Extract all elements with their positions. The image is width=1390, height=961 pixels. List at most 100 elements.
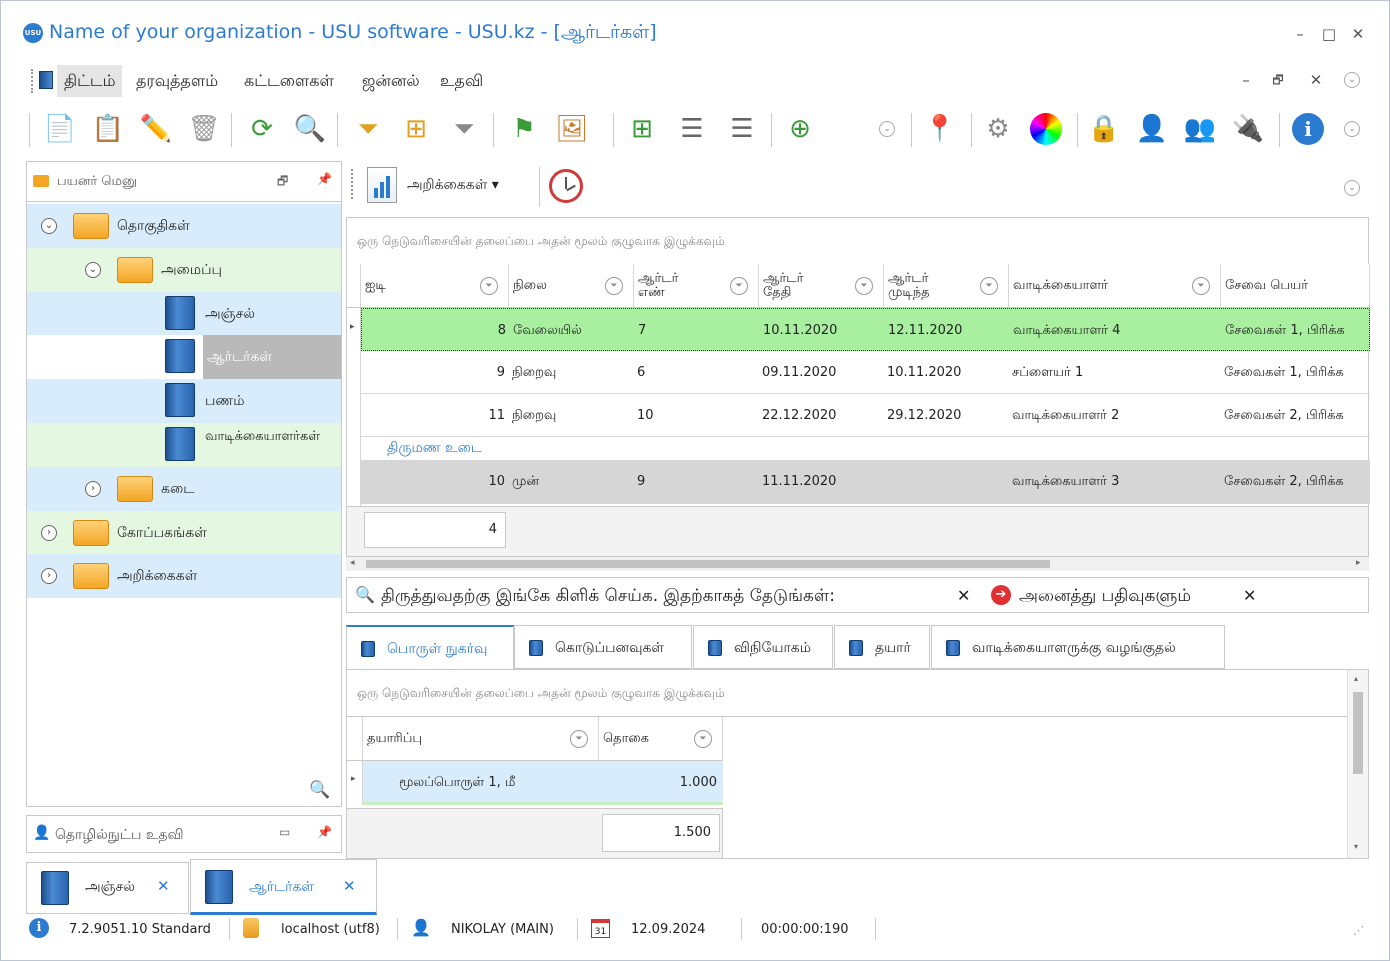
tab-delivery[interactable]: விநியோகம் <box>693 625 833 669</box>
users-icon[interactable]: 👥 <box>1181 109 1219 149</box>
window-title: Name of your organization - USU software… <box>49 21 657 43</box>
tree-item-reports[interactable]: › அறிக்கைகள் <box>27 554 341 598</box>
filter-cell-icon[interactable]: ⊞ <box>397 109 435 149</box>
report-sheet-icon[interactable] <box>367 167 397 203</box>
table-row[interactable]: மூலப்பொருள் 1, மீ 1.000 <box>363 761 723 805</box>
gear-icon[interactable]: ⚙ <box>979 109 1017 149</box>
version-label: 7.2.9051.10 Standard <box>69 922 211 937</box>
add-column-icon[interactable]: ⊞ <box>623 109 661 149</box>
color-wheel-icon[interactable] <box>1027 109 1065 149</box>
search-icon[interactable]: 🔍 <box>291 109 329 149</box>
sidebar-pin-icon[interactable]: 📌 <box>317 172 332 186</box>
col-client[interactable]: வாடிக்கையாளர் ⏷ <box>1009 264 1221 308</box>
vertical-scrollbar[interactable]: ▴ ▾ <box>1347 670 1368 858</box>
col-id[interactable]: ஐடி ⏷ <box>361 264 509 308</box>
reports-dropdown[interactable]: அறிக்கைகள் ▾ <box>407 177 499 195</box>
row-count: 4 <box>364 512 506 548</box>
doc-tab-orders[interactable]: ஆர்டர்கள் ✕ <box>190 859 377 915</box>
table-row[interactable]: 10 முன் 9 11.11.2020 வாடிக்கையாளர் 3 சேவ… <box>361 460 1370 504</box>
filter-icon: ⏷ <box>980 277 998 295</box>
close-tab-icon[interactable]: ✕ <box>343 877 356 895</box>
database-icon <box>243 918 259 938</box>
tree-item-system[interactable]: ⌄ அமைப்பு <box>27 248 341 292</box>
tab-payments[interactable]: கொடுப்பனவுகள் <box>514 625 692 669</box>
info-icon[interactable]: i <box>1289 109 1327 149</box>
module-book-icon <box>39 71 53 89</box>
col-order-number[interactable]: ஆர்டர் எண் ⏷ <box>634 264 759 308</box>
refresh-icon[interactable]: ⟳ <box>243 109 281 149</box>
edit-record-icon[interactable]: ✏️ <box>137 109 175 149</box>
book-icon <box>165 296 195 330</box>
close-tab-icon[interactable]: ✕ <box>157 877 170 895</box>
location-pin-icon[interactable]: 📍 <box>921 109 959 149</box>
filter-icon[interactable]: ⏷ <box>349 109 387 149</box>
copy-record-icon[interactable]: 📋 <box>89 109 127 149</box>
horizontal-scrollbar[interactable]: ◂ ▸ <box>346 557 1369 571</box>
plugin-icon[interactable]: 🔌 <box>1229 109 1267 149</box>
add-row-icon[interactable]: ⊕ <box>781 109 819 149</box>
info-icon: i <box>29 918 49 938</box>
panel-minimize-icon[interactable]: ▭ <box>279 825 290 839</box>
filter-icon: ⏷ <box>730 277 748 295</box>
tree-item-shop[interactable]: › கடை <box>27 467 341 511</box>
tech-help-panel[interactable]: 👤 தொழில்நுட்ப உதவி ▭ 📌 <box>26 815 342 853</box>
material-grid: ஒரு நெடுவரிசையின் தலைப்பை அதன் மூலம் குழ… <box>346 669 1369 859</box>
toolbar-collapse-icon[interactable]: ⌄ <box>879 121 895 137</box>
maximize-button[interactable]: □ <box>1318 23 1340 45</box>
menu-collapse-icon[interactable]: ⌄ <box>1344 72 1360 88</box>
search-bar[interactable]: 🔍 திருத்துவதற்கு இங்கே கிளிக் செய்க. இதற… <box>346 577 1369 613</box>
col-service[interactable]: சேவை பெயர் <box>1221 264 1370 308</box>
toolbar-end-collapse-icon[interactable]: ⌄ <box>1344 121 1360 137</box>
user-icon[interactable]: 👤 <box>1133 109 1171 149</box>
image-icon[interactable]: 🖼 <box>553 109 591 149</box>
panel-pin-icon[interactable]: 📌 <box>317 825 332 839</box>
orders-grid: ஒரு நெடுவரிசையின் தலைப்பை அதன் மூலம் குழ… <box>346 217 1370 557</box>
tree-collapse-icon[interactable]: ☰ <box>723 109 761 149</box>
app-window: USU Name of your organization - USU soft… <box>0 0 1390 961</box>
table-row[interactable]: 8 வேலையில் 7 10.11.2020 12.11.2020 வாடிக… <box>361 308 1370 351</box>
sidebar-float-icon[interactable]: 🗗 <box>277 172 288 193</box>
subrow-link[interactable]: திருமண உடை <box>387 440 482 458</box>
minimize-button[interactable]: – <box>1289 23 1311 45</box>
lock-icon[interactable]: 🔒 <box>1085 109 1123 149</box>
col-order-done[interactable]: ஆர்டர் முடிந்த ⏷ <box>884 264 1009 308</box>
inner-close-button[interactable]: ✕ <box>1305 69 1327 91</box>
col-order-date[interactable]: ஆர்டர் தேதி ⏷ <box>759 264 884 308</box>
resize-grip-icon[interactable]: ⋰ <box>1353 924 1364 937</box>
doc-tab-mail[interactable]: அஞ்சல் ✕ <box>26 862 189 914</box>
tab-material-consumption[interactable]: பொருள் நுகர்வு <box>346 625 514 670</box>
tree-search-icon[interactable]: 🔍 <box>309 780 330 800</box>
reports-collapse-icon[interactable]: ⌄ <box>1344 180 1360 196</box>
menu-plan[interactable]: திட்டம் <box>57 65 123 97</box>
tree-item-mail[interactable]: அஞ்சல் <box>27 292 341 336</box>
tree-item-money[interactable]: பணம் <box>27 379 341 423</box>
table-row[interactable]: 11 நிறைவு 10 22.12.2020 29.12.2020 வாடிக… <box>361 394 1370 437</box>
tree-item-modules[interactable]: ⌄ தொகுதிகள் <box>27 204 341 248</box>
tab-ready[interactable]: தயார் <box>834 625 930 669</box>
inner-minimize-button[interactable]: – <box>1235 69 1257 91</box>
tab-client-delivery[interactable]: வாடிக்கையாளருக்கு வழங்குதல் <box>931 625 1225 669</box>
col-status[interactable]: நிலை ⏷ <box>509 264 634 308</box>
clear-search-button[interactable]: ✕ <box>957 586 970 605</box>
clear-filter-button[interactable]: ✕ <box>1243 586 1256 605</box>
add-record-icon[interactable]: 📄 <box>41 109 79 149</box>
delete-record-icon[interactable]: 🗑 <box>185 109 223 149</box>
close-button[interactable]: ✕ <box>1347 23 1369 45</box>
book-icon <box>205 870 233 904</box>
menu-commands[interactable]: கட்டளைகள் <box>237 65 341 97</box>
inner-restore-button[interactable]: 🗗 <box>1267 69 1289 91</box>
clock-icon[interactable] <box>549 169 583 203</box>
tree-item-orders[interactable]: ஆர்டர்கள் <box>27 335 341 379</box>
menu-help[interactable]: உதவி <box>433 65 490 97</box>
tree-item-clients[interactable]: வாடிக்கையாளர்கள் <box>27 423 341 467</box>
filter-apply-icon[interactable]: ⏷ <box>445 109 483 149</box>
table-row[interactable]: 9 நிறைவு 6 09.11.2020 10.11.2020 சப்ளையர… <box>361 351 1370 394</box>
book-icon <box>708 640 722 656</box>
menu-window[interactable]: ஜன்னல் <box>355 65 427 97</box>
col-amount[interactable]: தொகை ⏷ <box>599 717 723 761</box>
col-product[interactable]: தயாரிப்பு ⏷ <box>363 717 599 761</box>
menu-database[interactable]: தரவுத்தளம் <box>129 65 225 97</box>
tree-item-directories[interactable]: › கோப்பகங்கள் <box>27 511 341 555</box>
flag-icon[interactable]: ⚑ <box>505 109 543 149</box>
tree-expand-icon[interactable]: ☰ <box>673 109 711 149</box>
